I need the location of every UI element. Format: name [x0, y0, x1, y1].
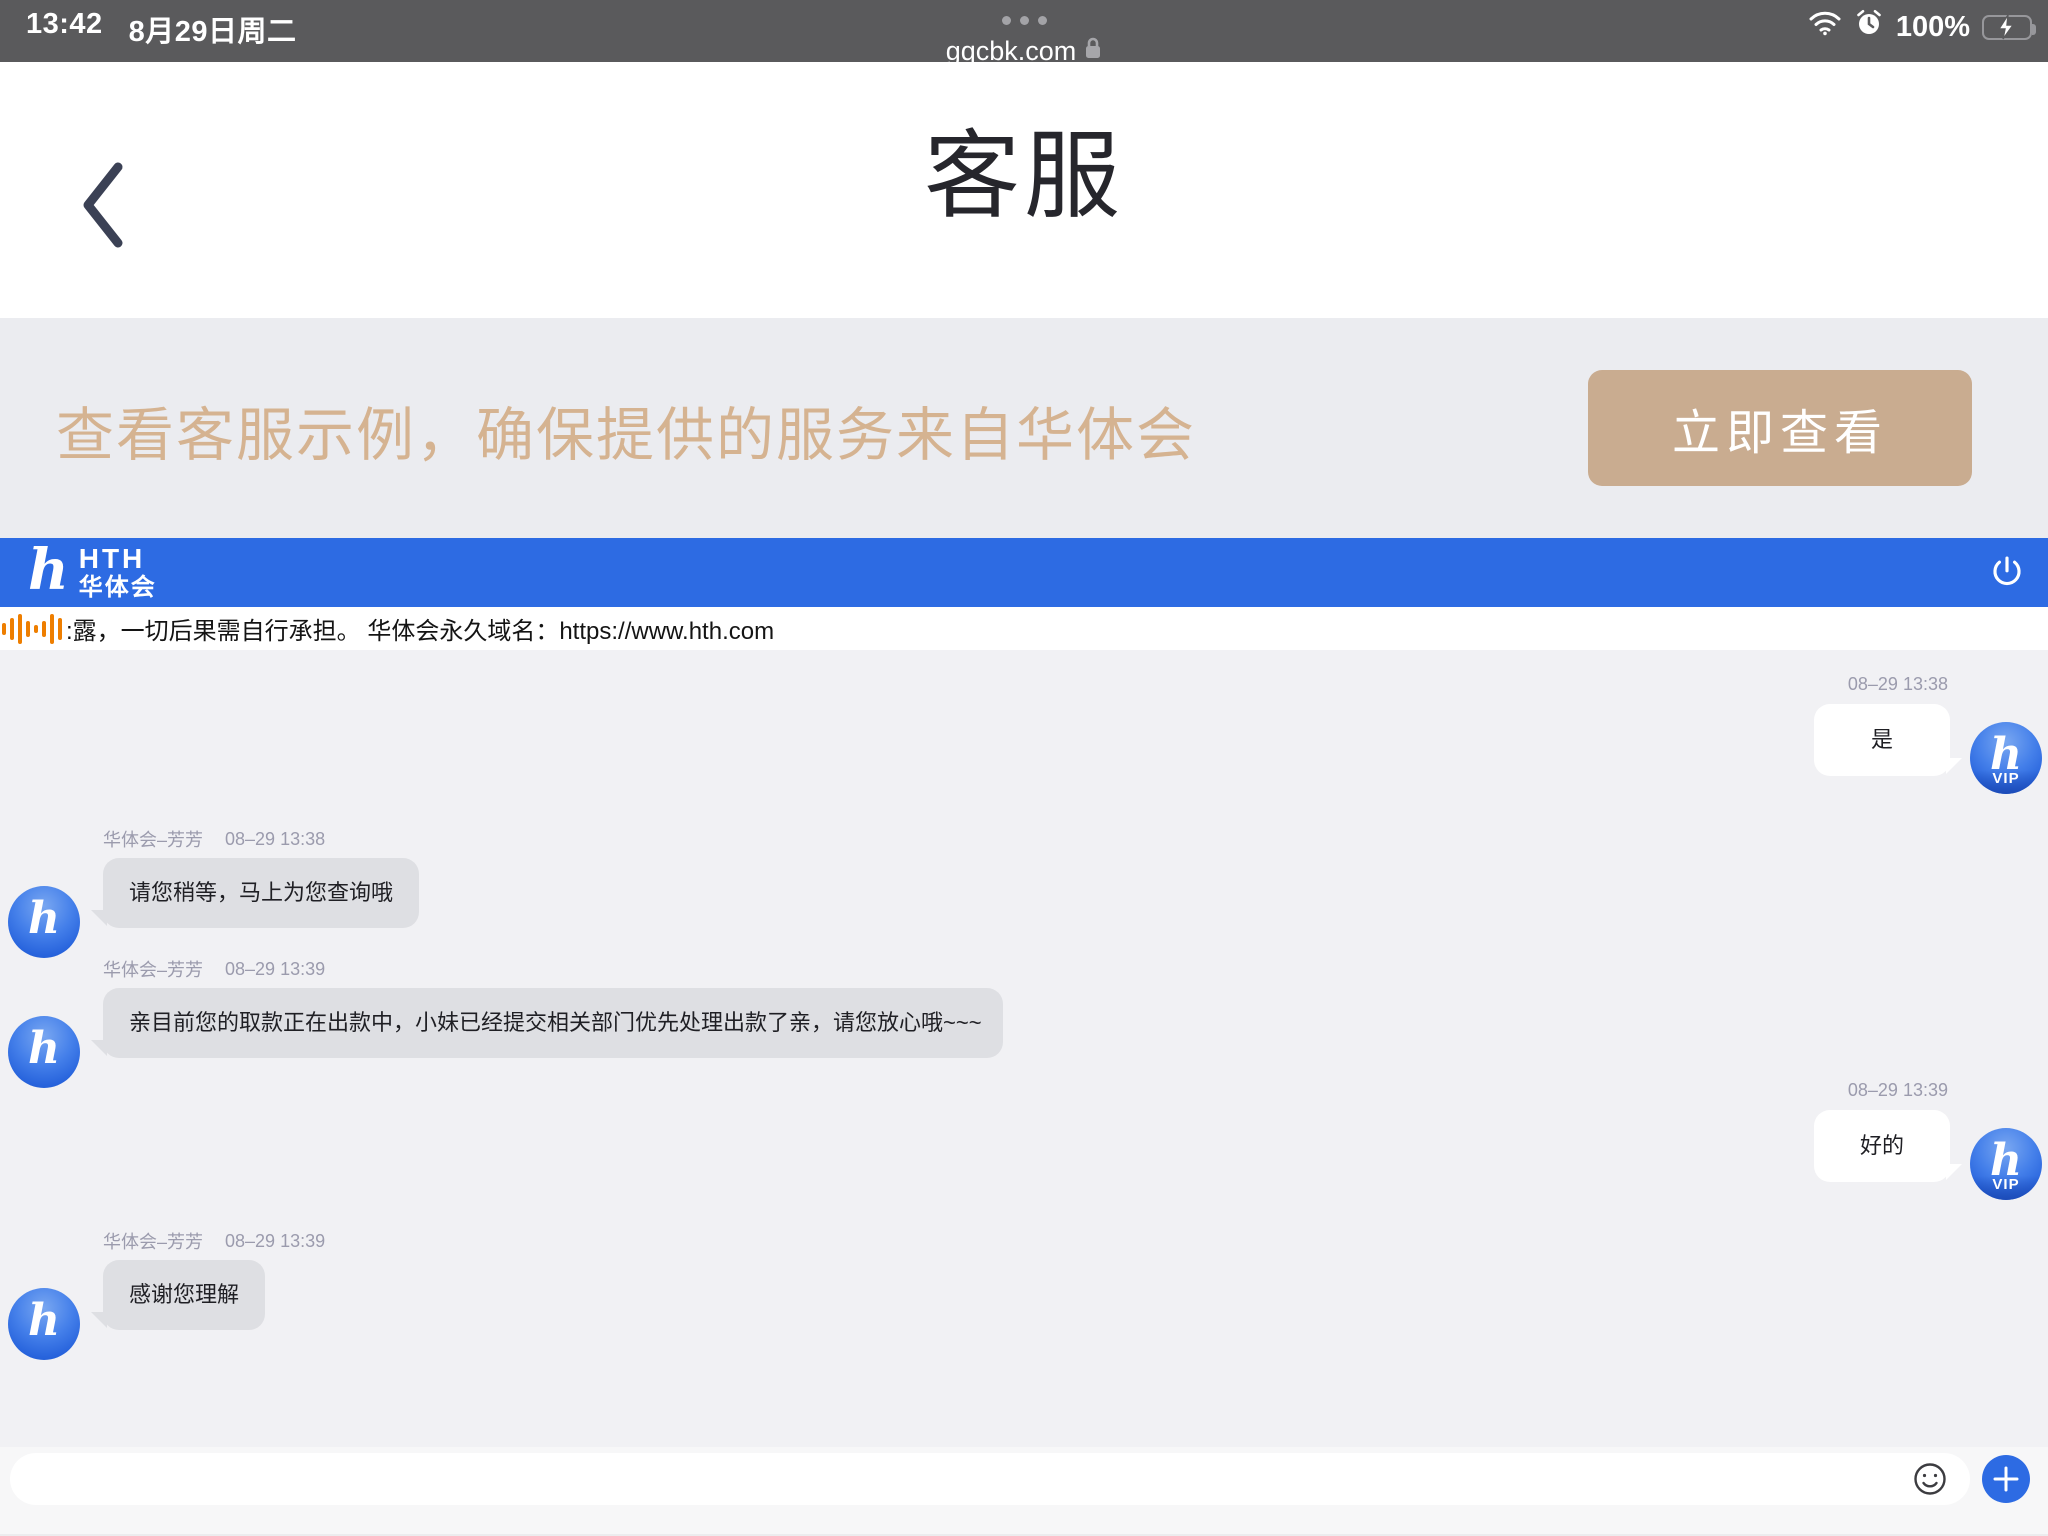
promo-text: 查看客服示例，确保提供的服务来自华体会	[56, 388, 1196, 472]
agent-avatar: h	[8, 1288, 80, 1360]
message-timestamp: 08–29 13:38	[225, 829, 325, 850]
screen: 13:42 8月29日周二 gqcbk.com 100%	[0, 0, 2048, 1536]
chat-area: 08–29 13:38 是 h VIP h 华体会–芳芳 08–29 13:38…	[0, 650, 2048, 1447]
message-bubble: 感谢您理解	[103, 1260, 265, 1330]
page-header: 客服	[0, 62, 2048, 318]
wifi-icon	[1808, 10, 1842, 44]
alarm-icon	[1854, 8, 1884, 46]
agent-name: 华体会–芳芳	[103, 826, 203, 852]
message-bubble: 是	[1814, 704, 1950, 776]
user-avatar: h VIP	[1970, 1128, 2042, 1200]
battery-charging-icon	[1982, 15, 2032, 40]
brand-name-en: HTH	[79, 545, 157, 573]
announcement-icon	[2, 614, 62, 644]
chat-message-incoming: h 华体会–芳芳 08–29 13:39 感谢您理解	[8, 1230, 2042, 1360]
tab-dots-menu[interactable]	[0, 16, 2048, 25]
vip-badge: VIP	[1970, 1176, 2042, 1200]
agent-avatar: h	[8, 1016, 80, 1088]
chat-message-outgoing: 08–29 13:38 是 h VIP	[8, 674, 2042, 794]
status-bar: 13:42 8月29日周二 gqcbk.com 100%	[0, 0, 2048, 62]
agent-name: 华体会–芳芳	[103, 956, 203, 982]
message-timestamp: 08–29 13:39	[225, 959, 325, 980]
message-bubble: 好的	[1814, 1110, 1950, 1182]
message-timestamp: 08–29 13:39	[225, 1231, 325, 1252]
brand-bar: h HTH 华体会	[0, 538, 2048, 607]
brand-logo-icon: h	[28, 542, 69, 598]
promo-banner: 查看客服示例，确保提供的服务来自华体会 立即查看	[0, 318, 2048, 538]
agent-name: 华体会–芳芳	[103, 1228, 203, 1254]
brand-name-cn: 华体会	[79, 576, 157, 600]
emoji-icon[interactable]	[1912, 1461, 1948, 1497]
notice-text: :露，一切后果需自行承担。 华体会永久域名：https://www.hth.co…	[66, 611, 774, 646]
message-bubble: 请您稍等，马上为您查询哦	[103, 858, 419, 928]
page-title: 客服	[0, 98, 2048, 237]
power-logout-icon[interactable]	[1988, 553, 2026, 593]
message-timestamp: 08–29 13:38	[1848, 674, 1948, 696]
avatar-letter: h	[28, 1299, 60, 1343]
avatar-letter: h	[28, 1027, 60, 1071]
chat-message-incoming: h 华体会–芳芳 08–29 13:38 请您稍等，马上为您查询哦	[8, 828, 2042, 958]
message-timestamp: 08–29 13:39	[1848, 1080, 1948, 1102]
add-attachment-button[interactable]	[1982, 1455, 2030, 1503]
notice-marquee: :露，一切后果需自行承担。 华体会永久域名：https://www.hth.co…	[0, 607, 2048, 650]
vip-badge: VIP	[1970, 770, 2042, 794]
chat-message-outgoing: 08–29 13:39 好的 h VIP	[8, 1080, 2042, 1200]
chat-message-incoming: h 华体会–芳芳 08–29 13:39 亲目前您的取款正在出款中，小妹已经提交…	[8, 958, 2042, 1088]
user-avatar: h VIP	[1970, 722, 2042, 794]
view-now-button[interactable]: 立即查看	[1588, 370, 1972, 486]
status-right: 100%	[1808, 8, 2032, 46]
battery-percent: 100%	[1896, 11, 1970, 44]
brand-name: HTH 华体会	[79, 545, 157, 600]
message-bubble: 亲目前您的取款正在出款中，小妹已经提交相关部门优先处理出款了亲，请您放心哦~~~	[103, 988, 1003, 1058]
agent-avatar: h	[8, 886, 80, 958]
message-input[interactable]	[10, 1453, 1970, 1505]
avatar-letter: h	[28, 897, 60, 941]
message-composer	[0, 1447, 2048, 1536]
